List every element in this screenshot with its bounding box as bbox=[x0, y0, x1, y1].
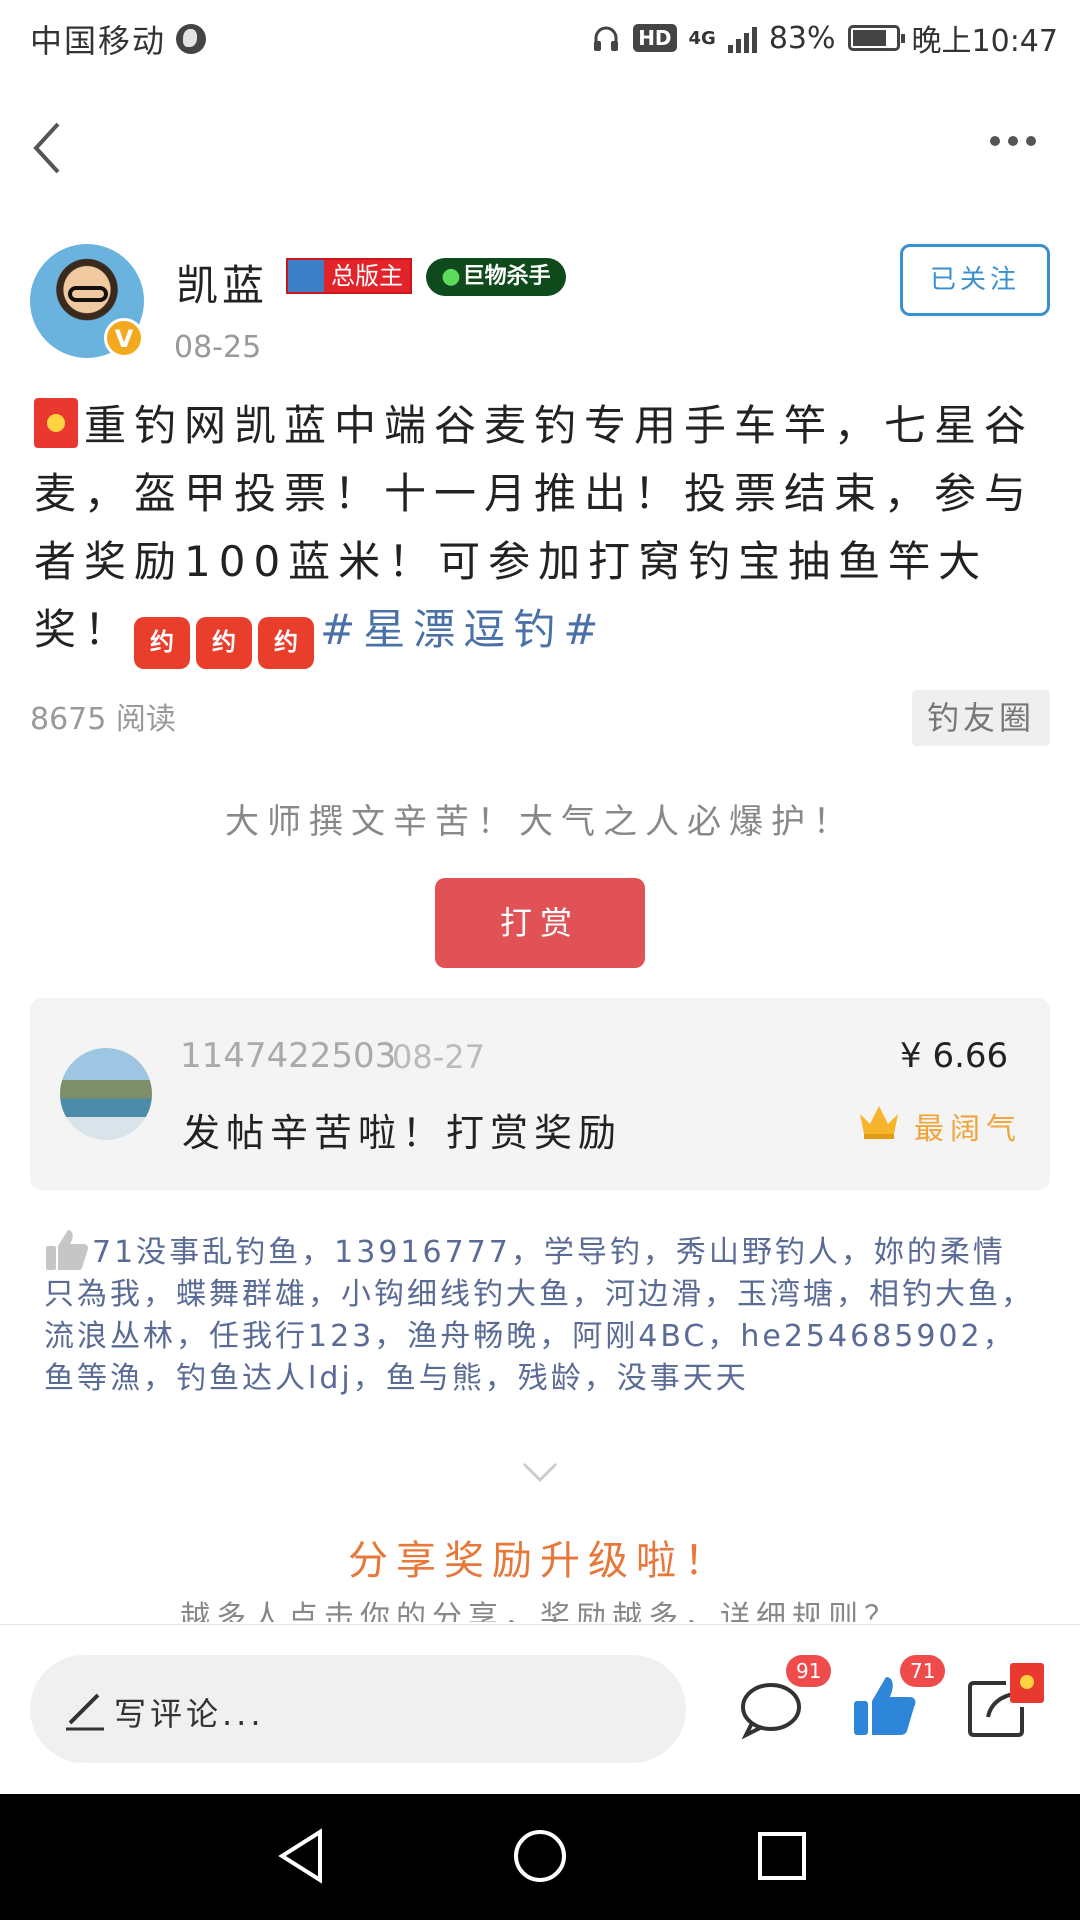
nav-back-icon[interactable] bbox=[276, 1826, 328, 1886]
crown-icon bbox=[860, 1106, 898, 1139]
back-icon[interactable] bbox=[30, 118, 78, 178]
reward-slogan: 大师撰文辛苦！大气之人必爆护！ bbox=[225, 802, 855, 842]
carrier-name: 中国移动 bbox=[30, 22, 167, 60]
fight-emoji-icon: 约 bbox=[196, 617, 253, 669]
more-icon[interactable] bbox=[990, 136, 1036, 146]
red-packet-icon bbox=[34, 398, 78, 448]
reward-user-avatar[interactable] bbox=[60, 1048, 152, 1140]
chevron-down-icon[interactable] bbox=[520, 1460, 560, 1484]
system-nav-bar bbox=[0, 1794, 1080, 1920]
clock: 晚上10:47 bbox=[911, 24, 1058, 59]
fight-emoji-icon: 约 bbox=[134, 617, 191, 669]
reward-amount: ¥ 6.66 bbox=[900, 1036, 1009, 1076]
most-generous-tag: 最阔气 bbox=[914, 1112, 1022, 1147]
comment-count-badge: 91 bbox=[786, 1655, 832, 1687]
title-badge: 巨物杀手 bbox=[426, 258, 566, 296]
nav-recents-icon[interactable] bbox=[756, 1830, 808, 1882]
moderator-badge-icon bbox=[288, 260, 324, 292]
reward-message: 发帖辛苦啦！打赏奖励 bbox=[182, 1111, 623, 1155]
status-bar: 中国移动 HD 4G 83% 晚上10:47 bbox=[0, 0, 1080, 76]
reward-date: 08-27 bbox=[392, 1038, 485, 1076]
avatar-glasses bbox=[68, 286, 108, 302]
read-count: 8675 阅读 bbox=[30, 702, 176, 737]
battery-icon bbox=[847, 25, 905, 51]
topic-tag[interactable]: #星漂逗钓# bbox=[320, 605, 606, 654]
nav-home-icon[interactable] bbox=[512, 1828, 568, 1884]
status-indicators: HD 4G 83% 晚上10:47 bbox=[591, 16, 1058, 60]
bottom-action-bar: 写评论... 91 71 bbox=[0, 1624, 1080, 1795]
circle-tag[interactable]: 钓友圈 bbox=[912, 690, 1050, 746]
share-title: 分享奖励升级啦！ bbox=[348, 1538, 732, 1584]
follow-button[interactable]: 已关注 bbox=[900, 244, 1050, 316]
reward-user-name[interactable]: 1147422503 bbox=[180, 1036, 396, 1076]
comment-icon[interactable] bbox=[738, 1679, 804, 1739]
comment-placeholder: 写评论... bbox=[114, 1695, 265, 1733]
headphone-icon bbox=[594, 26, 619, 51]
reward-record: 1147422503 08-27 ¥ 6.66 发帖辛苦啦！打赏奖励 最阔气 bbox=[30, 998, 1050, 1190]
post-content: 重钓网凯蓝中端谷麦钓专用手车竿，七星谷麦，盔甲投票！十一月推出！投票结束，参与者… bbox=[34, 392, 1044, 669]
moderator-badge: 总版主 bbox=[286, 258, 412, 294]
moderator-badge-label: 总版主 bbox=[324, 260, 410, 292]
like-count-badge: 71 bbox=[900, 1655, 946, 1687]
likers-list[interactable]: 71没事乱钓鱼，13916777，学导钓，秀山野钓人，妳的柔情只為我，蝶舞群雄，… bbox=[44, 1232, 1034, 1400]
network-type: 4G bbox=[688, 27, 716, 49]
red-packet-icon[interactable] bbox=[1010, 1663, 1044, 1703]
fight-emoji-icon: 约 bbox=[258, 617, 315, 669]
comment-input[interactable]: 写评论... bbox=[30, 1655, 686, 1763]
globe-icon bbox=[176, 24, 207, 54]
author-name[interactable]: 凯蓝 bbox=[176, 252, 268, 313]
reward-button[interactable]: 打赏 bbox=[435, 878, 645, 968]
verified-badge: V bbox=[104, 318, 144, 358]
signal-icon bbox=[727, 23, 757, 53]
carrier-group: 中国移动 bbox=[30, 16, 207, 62]
battery-percent: 83% bbox=[768, 20, 836, 56]
hd-badge: HD bbox=[633, 24, 677, 52]
share-rules-link[interactable]: 越多人点击你的分享，奖励越多，详细规则？ bbox=[0, 1592, 1080, 1622]
pencil-icon bbox=[66, 1693, 104, 1731]
post-date: 08-25 bbox=[174, 330, 262, 365]
battery-fill bbox=[852, 30, 886, 46]
